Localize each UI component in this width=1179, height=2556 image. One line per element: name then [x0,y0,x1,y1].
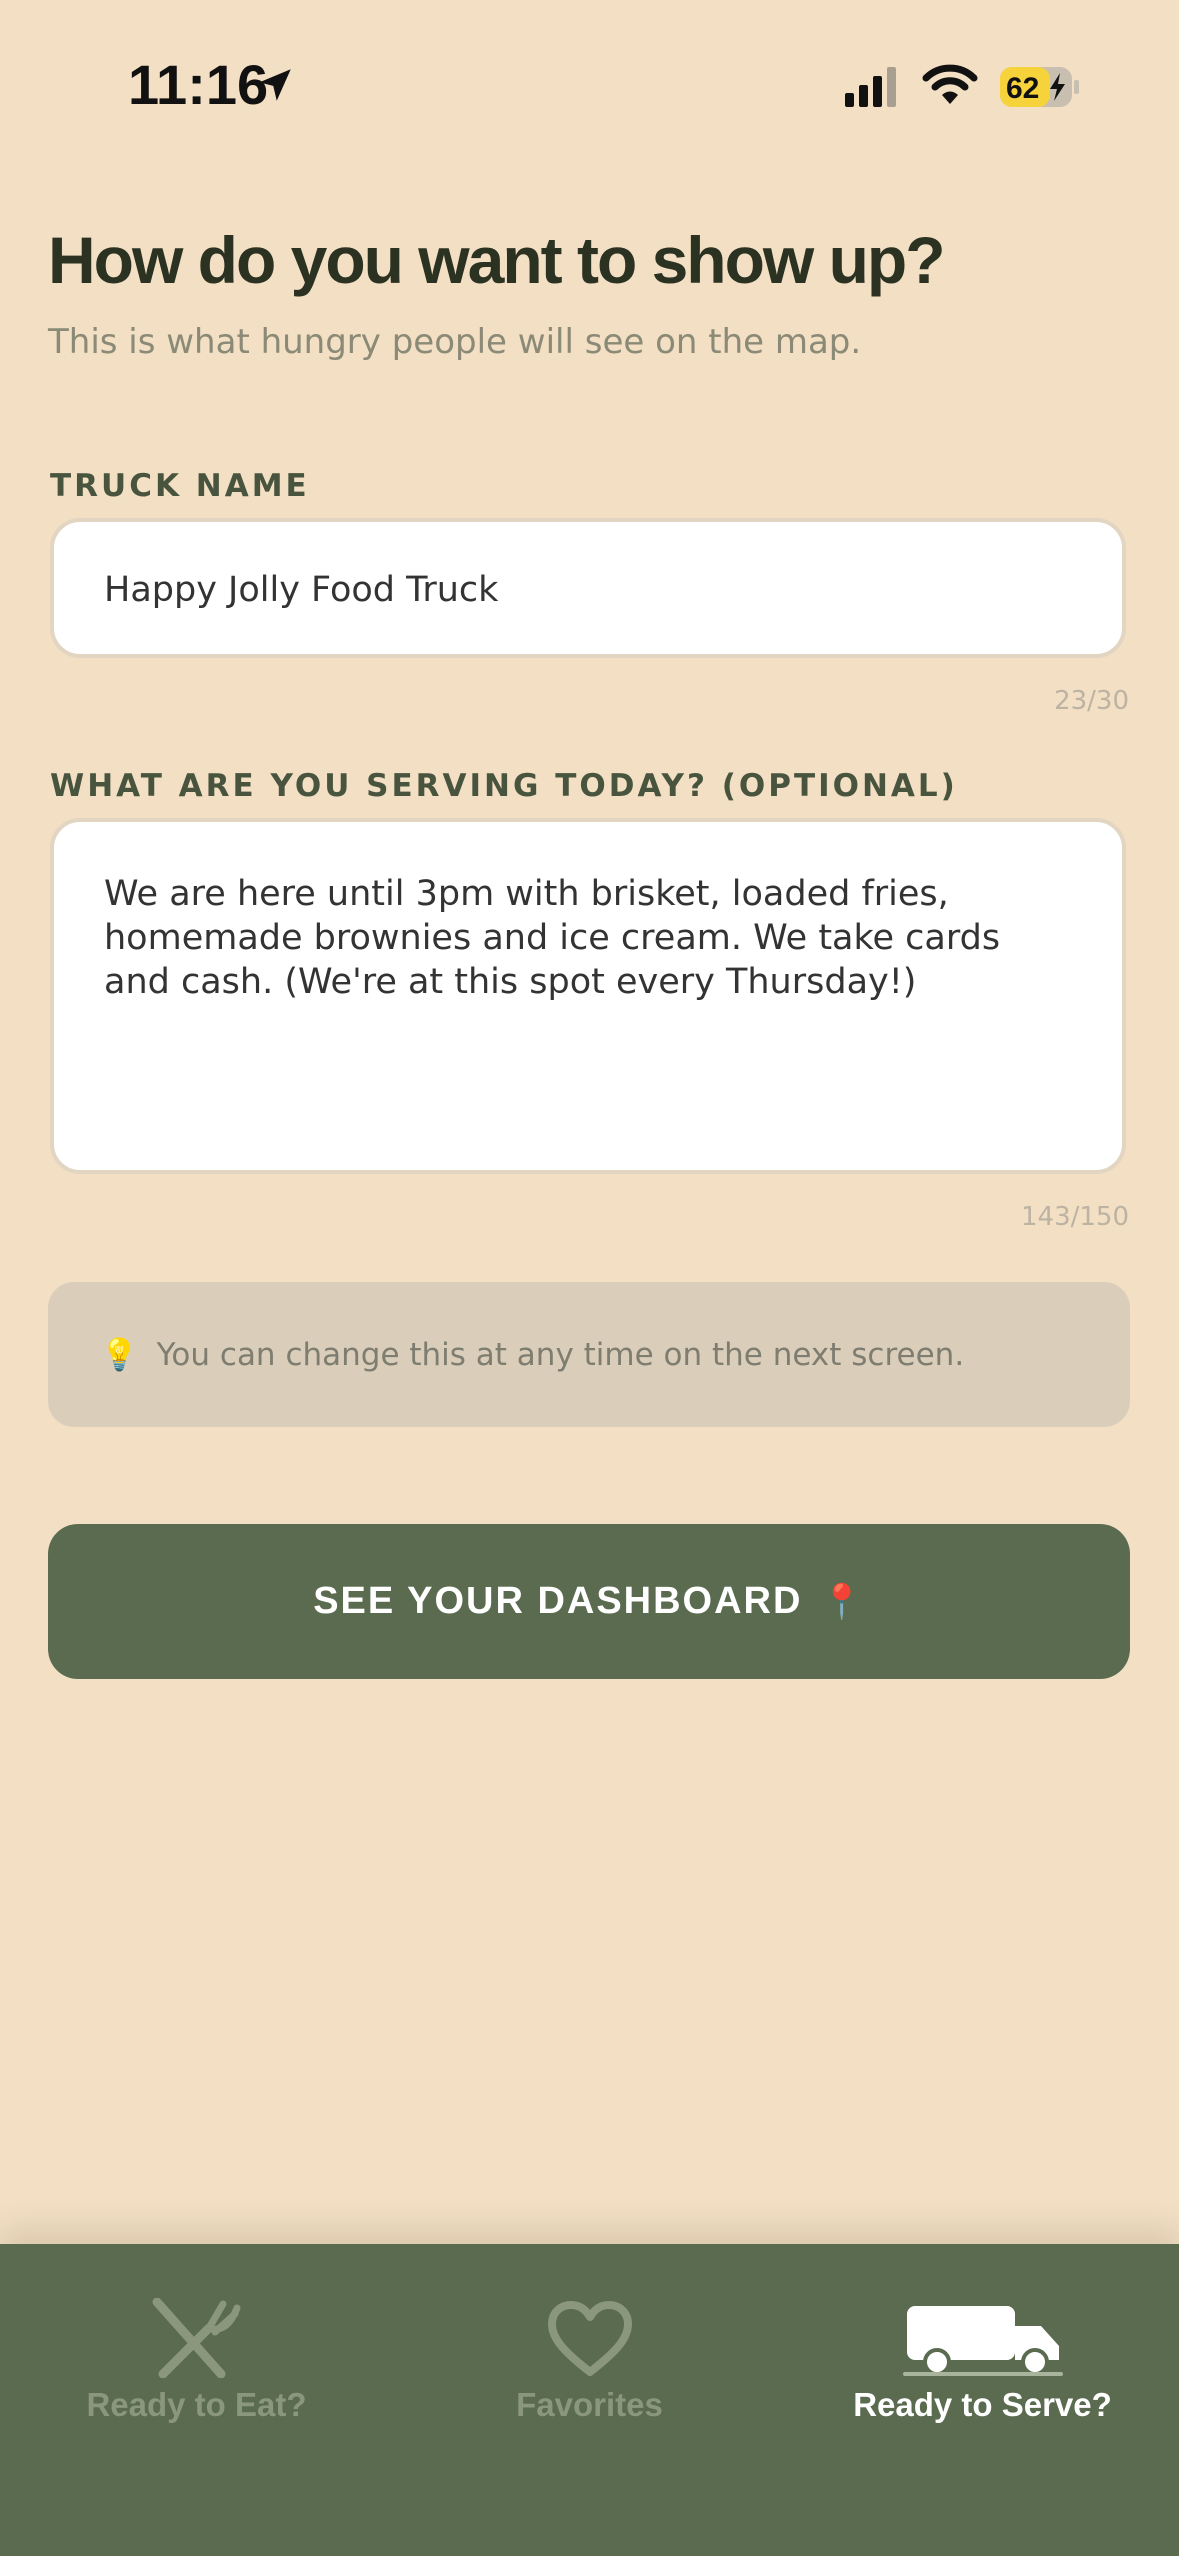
tab-bar: Ready to Eat? Favorites Ready to Serve? [0,2244,1179,2556]
tab-ready-to-eat[interactable]: Ready to Eat? [0,2244,393,2444]
see-dashboard-button[interactable]: SEE YOUR DASHBOARD 📍 [48,1524,1130,1679]
location-arrow-icon [259,69,291,101]
tab-label-favorites: Favorites [516,2386,663,2423]
truck-icon [902,2306,1063,2376]
battery-percent: 62 [1006,72,1039,105]
serving-label: WHAT ARE YOU SERVING TODAY? (OPTIONAL) [50,768,958,804]
tab-label-ready-to-eat: Ready to Eat? [86,2386,307,2423]
tab-ready-to-serve[interactable]: Ready to Serve? [786,2244,1179,2444]
fork-knife-icon [152,2298,240,2378]
truck-name-input[interactable]: Happy Jolly Food Truck [50,518,1126,658]
wifi-icon [922,64,978,104]
lightbulb-icon: 💡 [100,1337,139,1373]
heart-icon [547,2301,632,2376]
tip-box: 💡 You can change this at any time on the… [48,1282,1130,1427]
page-title: How do you want to show up? [48,223,946,297]
tab-label-ready-to-serve: Ready to Serve? [853,2386,1112,2423]
signal-icon [845,67,896,107]
status-bar: 11:16 62 [0,0,1179,170]
battery-charging-icon: 62 [1000,67,1079,107]
see-dashboard-label: SEE YOUR DASHBOARD [313,1580,803,1622]
status-time: 11:16 [128,53,269,116]
pin-icon: 📍 [820,1582,865,1621]
serving-counter: 143/150 [1020,1202,1129,1232]
serving-textarea[interactable]: We are here until 3pm with brisket, load… [50,818,1126,1174]
tab-favorites[interactable]: Favorites [393,2244,786,2444]
serving-value: We are here until 3pm with brisket, load… [104,874,1001,1002]
truck-name-counter: 23/30 [1054,686,1129,716]
truck-name-value: Happy Jolly Food Truck [104,570,499,610]
tip-text: You can change this at any time on the n… [156,1336,965,1373]
page-subtitle: This is what hungry people will see on t… [48,322,862,362]
truck-name-label: TRUCK NAME [50,468,310,504]
